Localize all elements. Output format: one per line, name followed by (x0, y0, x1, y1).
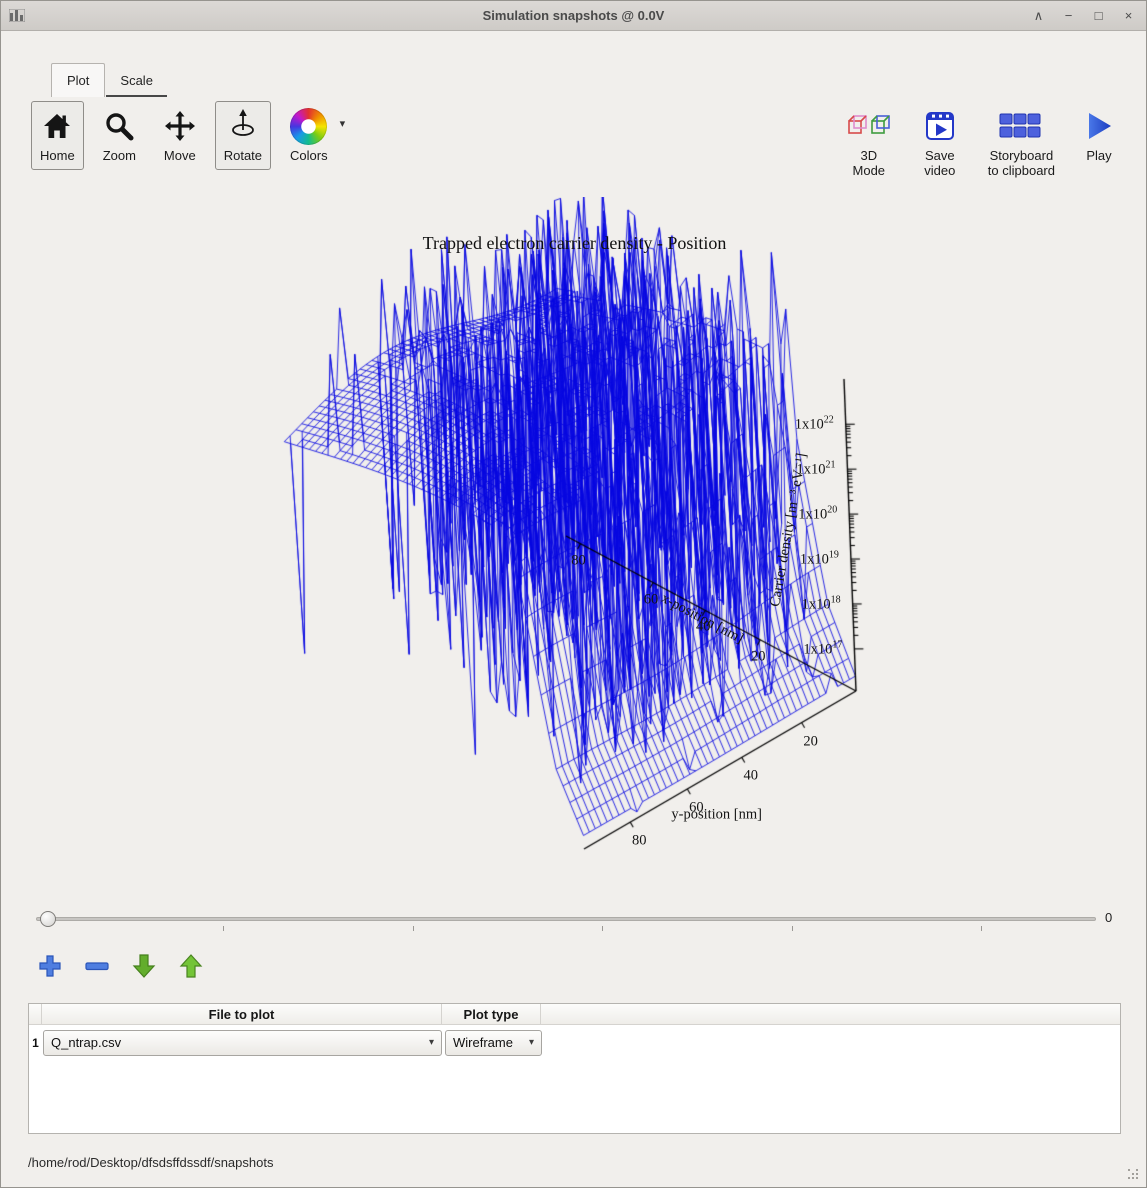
add-row-button[interactable] (35, 953, 65, 983)
arrow-down-icon (132, 953, 156, 984)
colors-button[interactable]: Colors (281, 101, 337, 170)
minus-icon (84, 954, 110, 983)
colors-label: Colors (290, 149, 328, 164)
slider-scale-tick (413, 926, 414, 931)
slider-scale-tick (792, 926, 793, 931)
row-edit-buttons (35, 953, 206, 983)
snapshot-slider-row: 0 (31, 909, 1126, 941)
files-table: File to plot Plot type 1 Q_ntrap.csv ▾ W… (28, 1003, 1121, 1134)
plot-type-select[interactable]: Wireframe ▾ (445, 1030, 542, 1056)
arrow-up-icon (179, 953, 203, 984)
3d-mode-icon (846, 107, 892, 145)
colors-dropdown-arrow-icon[interactable]: ▾ (340, 117, 346, 130)
toolbar: Home Zoom Move Rotate (31, 101, 1122, 191)
snapshot-slider[interactable] (36, 917, 1096, 921)
move-button[interactable]: Move (155, 101, 205, 170)
save-video-label: Save video (924, 149, 955, 179)
magnifier-icon (104, 107, 134, 145)
home-icon (42, 107, 72, 145)
storyboard-label: Storyboard to clipboard (988, 149, 1055, 179)
plus-icon (38, 954, 62, 983)
remove-row-button[interactable] (82, 953, 112, 983)
chevron-down-icon: ▾ (529, 1037, 534, 1048)
3d-mode-button[interactable]: 3D Mode (837, 101, 901, 185)
file-to-plot-value: Q_ntrap.csv (51, 1035, 121, 1050)
col-header-file-to-plot[interactable]: File to plot (42, 1004, 442, 1024)
col-header-plot-type[interactable]: Plot type (442, 1004, 541, 1024)
status-bar: /home/rod/Desktop/dfsdsffdssdf/snapshots (1, 1143, 1146, 1187)
move-row-up-button[interactable] (176, 953, 206, 983)
move-row-down-button[interactable] (129, 953, 159, 983)
home-button[interactable]: Home (31, 101, 84, 170)
table-header: File to plot Plot type (29, 1004, 1120, 1025)
rotate-label: Rotate (224, 149, 262, 164)
simulation-snapshots-window: Simulation snapshots @ 0.0V ∧ − □ × Plot… (0, 0, 1147, 1188)
home-label: Home (40, 149, 75, 164)
color-wheel-icon (290, 107, 327, 145)
slider-handle[interactable] (40, 911, 56, 927)
table-corner-cell (29, 1004, 42, 1024)
plot-area: Trapped electron carrier density - Posit… (1, 197, 1147, 909)
zoom-label: Zoom (103, 149, 136, 164)
maximize-button[interactable]: □ (1091, 8, 1106, 24)
plot-type-value: Wireframe (453, 1035, 513, 1050)
minimize-button[interactable]: − (1061, 8, 1076, 24)
table-row: 1 Q_ntrap.csv ▾ Wireframe ▾ (29, 1025, 1120, 1057)
status-path: /home/rod/Desktop/dfsdsffdssdf/snapshots (28, 1155, 273, 1170)
save-video-icon (922, 107, 958, 145)
storyboard-icon (998, 107, 1044, 145)
slider-scale-tick (223, 926, 224, 931)
shade-button[interactable]: ∧ (1031, 8, 1046, 24)
slider-value: 0 (1105, 910, 1112, 925)
app-icon (9, 9, 25, 22)
zoom-button[interactable]: Zoom (94, 101, 145, 170)
rotate-button[interactable]: Rotate (215, 101, 271, 170)
slider-scale-tick (602, 926, 603, 931)
save-video-button[interactable]: Save video (913, 101, 967, 185)
slider-scale-tick (981, 926, 982, 931)
play-label: Play (1086, 149, 1111, 164)
window-title: Simulation snapshots @ 0.0V (1, 8, 1146, 23)
close-button[interactable]: × (1121, 8, 1136, 24)
tab-plot[interactable]: Plot (51, 63, 105, 97)
tab-scale[interactable]: Scale (106, 65, 167, 97)
move-arrows-icon (165, 107, 195, 145)
wireframe-plot-canvas[interactable] (1, 197, 1147, 909)
play-icon (1085, 107, 1113, 145)
titlebar[interactable]: Simulation snapshots @ 0.0V ∧ − □ × (1, 1, 1146, 31)
storyboard-to-clipboard-button[interactable]: Storyboard to clipboard (979, 101, 1064, 185)
3d-mode-label: 3D Mode (853, 149, 886, 179)
play-button[interactable]: Play (1076, 101, 1122, 170)
resize-grip[interactable] (1128, 1169, 1139, 1180)
file-to-plot-select[interactable]: Q_ntrap.csv ▾ (43, 1030, 442, 1056)
row-number: 1 (29, 1036, 42, 1050)
chevron-down-icon: ▾ (429, 1037, 434, 1048)
rotate-icon (228, 107, 258, 145)
tab-bar: Plot Scale (51, 59, 167, 97)
move-label: Move (164, 149, 196, 164)
